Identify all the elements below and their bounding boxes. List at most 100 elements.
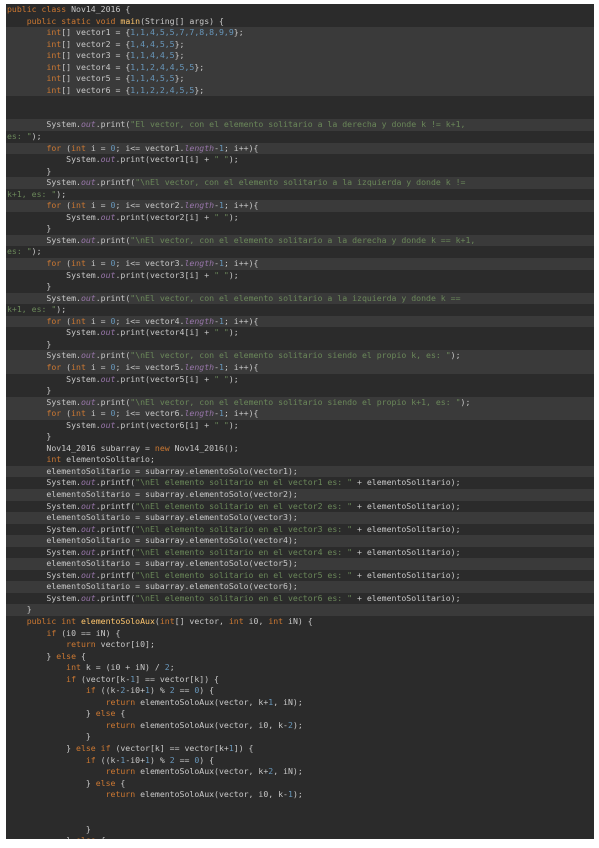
code-line[interactable]: for (int i = 0; i<= vector4.length-1; i+… <box>6 315 594 328</box>
code-line[interactable]: for (int i = 0; i<= vector2.length-1; i+… <box>6 200 594 212</box>
code-token: } <box>7 338 52 349</box>
code-line[interactable]: System.out.print(vector6[i] + " "); <box>6 420 594 432</box>
code-token: out <box>100 269 116 280</box>
code-token: } <box>7 823 91 834</box>
code-editor[interactable]: public class Nov14_2016 { public static … <box>6 4 594 839</box>
code-line[interactable]: public class Nov14_2016 { <box>6 4 594 16</box>
code-line[interactable]: public static void main(String[] args) { <box>6 16 594 28</box>
code-token: for <box>46 200 67 211</box>
code-line[interactable]: for (int i = 0; i<= vector1.length-1; i+… <box>6 142 594 155</box>
code-line[interactable]: System.out.print(vector1[i] + " "); <box>6 154 594 166</box>
code-line[interactable]: } <box>6 431 594 443</box>
code-token: System. <box>7 592 81 603</box>
code-line[interactable]: for (int i = 0; i<= vector3.length-1; i+… <box>6 258 594 270</box>
code-line[interactable]: } else { <box>6 835 594 839</box>
code-line[interactable]: elementoSolitario = subarray.elementoSol… <box>6 558 594 570</box>
code-line[interactable]: return elementoSoloAux(vector, i0, k-1); <box>6 789 594 801</box>
code-line[interactable]: es: "); <box>6 131 594 143</box>
code-token: ; i++){ <box>223 200 259 211</box>
code-token: .printf( <box>95 569 136 580</box>
code-line[interactable]: } else if (vector[k] == vector[k+1]) { <box>6 743 594 755</box>
code-line[interactable]: System.out.printf("\nEl elemento solitar… <box>6 570 594 582</box>
code-token: elementoSolitario = subarray.elementoSol… <box>7 512 298 523</box>
code-token: System. <box>7 523 81 534</box>
code-token: out <box>80 177 96 188</box>
code-line[interactable]: System.out.printf("\nEl elemento solitar… <box>6 524 594 536</box>
code-line[interactable]: k+1, es: "); <box>6 189 594 201</box>
code-line[interactable]: elementoSolitario = subarray.elementoSol… <box>6 581 594 593</box>
code-line[interactable]: System.out.print("\nEl vector, con el el… <box>6 350 594 362</box>
code-line[interactable]: elementoSolitario = subarray.elementoSol… <box>6 512 594 524</box>
code-line[interactable]: int[] vector3 = {1,1,4,4,5}; <box>6 50 594 62</box>
code-token: return <box>105 696 141 707</box>
code-token: ; i<= vector3. <box>115 258 185 269</box>
code-line[interactable]: if ((k-2-i0+1) % 2 == 0) { <box>6 685 594 697</box>
code-line[interactable]: for (int i = 0; i<= vector5.length-1; i+… <box>6 361 594 374</box>
code-token: return <box>105 789 141 800</box>
code-line[interactable]: k+1, es: "); <box>6 304 594 316</box>
code-line[interactable]: } <box>6 385 594 397</box>
code-token: elementoSolitario = subarray.elementoSol… <box>7 558 298 569</box>
code-line[interactable]: elementoSolitario = subarray.elementoSol… <box>6 535 594 547</box>
code-line[interactable]: System.out.print(vector4[i] + " "); <box>6 327 594 339</box>
code-line[interactable]: System.out.print(vector2[i] + " "); <box>6 212 594 224</box>
code-token: elementoSoloAux(vector, k+ <box>140 766 269 777</box>
code-line[interactable] <box>6 108 594 120</box>
code-line[interactable]: } else { <box>6 708 594 720</box>
code-line[interactable]: System.out.print("\nEl vector, con el el… <box>6 292 594 305</box>
code-line[interactable]: } <box>6 731 594 743</box>
code-line[interactable]: System.out.printf("\nEl vector, con el e… <box>6 177 594 189</box>
code-line[interactable]: es: "); <box>6 246 594 258</box>
code-line[interactable]: return elementoSoloAux(vector, k+2, iN); <box>6 766 594 778</box>
code-line[interactable]: int[] vector6 = {1,1,2,2,4,5,5}; <box>6 84 594 97</box>
code-line[interactable]: int[] vector5 = {1,1,4,5,5}; <box>6 73 594 85</box>
code-line[interactable]: } <box>6 604 594 616</box>
code-line[interactable] <box>6 801 594 813</box>
code-line[interactable]: } <box>6 166 594 178</box>
code-line[interactable]: if (vector[k-1] == vector[k]) { <box>6 674 594 686</box>
code-line[interactable]: if ((k-1-i0+1) % 2 == 0) { <box>6 755 594 767</box>
code-line[interactable]: System.out.print("\nEl vector, con el el… <box>6 396 594 409</box>
code-line[interactable]: System.out.printf("\nEl elemento solitar… <box>6 547 594 559</box>
code-token: i = <box>90 315 111 326</box>
code-line[interactable]: } <box>6 281 594 293</box>
code-line[interactable]: } <box>6 339 594 351</box>
code-line[interactable]: System.out.printf("\nEl elemento solitar… <box>6 593 594 605</box>
code-line[interactable]: return elementoSoloAux(vector, k+1, iN); <box>6 697 594 709</box>
code-token: int <box>46 27 62 38</box>
code-line[interactable]: int[] vector2 = {1,4,4,5,5}; <box>6 38 594 51</box>
code-line[interactable]: int[] vector1 = {1,1,4,5,5,7,7,8,8,9,9}; <box>6 27 594 39</box>
code-line[interactable]: System.out.printf("\nEl elemento solitar… <box>6 501 594 513</box>
code-token: -i0+ <box>125 685 146 696</box>
code-token: "\nEl elemento solitario en el vector6 e… <box>135 592 353 603</box>
code-line[interactable]: Nov14_2016 subarray = new Nov14_2016(); <box>6 443 594 455</box>
code-line[interactable]: return vector[i0]; <box>6 639 594 651</box>
code-token: ; i++){ <box>223 361 259 372</box>
code-line[interactable]: elementoSolitario = subarray.elementoSol… <box>6 488 594 501</box>
code-token: int <box>46 84 62 95</box>
code-line[interactable]: } <box>6 824 594 836</box>
code-line[interactable]: int k = (i0 + iN) / 2; <box>6 662 594 674</box>
code-line[interactable]: elementoSolitario = subarray.elementoSol… <box>6 465 594 478</box>
code-line[interactable]: } else { <box>6 651 594 663</box>
code-line[interactable]: return elementoSoloAux(vector, i0, k-2); <box>6 720 594 732</box>
code-line[interactable]: for (int i = 0; i<= vector6.length-1; i+… <box>6 408 594 420</box>
code-line[interactable]: } <box>6 223 594 235</box>
code-line[interactable]: System.out.print(vector3[i] + " "); <box>6 270 594 282</box>
code-line[interactable]: System.out.print("El vector, con el elem… <box>6 119 594 132</box>
code-token: .print(vector3[i] + <box>115 269 215 280</box>
code-line[interactable]: System.out.print("\nEl vector, con el el… <box>6 234 594 247</box>
code-line[interactable]: if (i0 == iN) { <box>6 628 594 640</box>
code-token: out <box>80 500 96 511</box>
code-line[interactable]: } else { <box>6 778 594 790</box>
code-line[interactable] <box>6 96 594 108</box>
code-token: System. <box>7 569 81 580</box>
code-line[interactable]: System.out.printf("\nEl elemento solitar… <box>6 477 594 489</box>
code-line[interactable]: System.out.print(vector5[i] + " "); <box>6 374 594 386</box>
code-line[interactable]: public int elementoSoloAux(int[] vector,… <box>6 616 594 628</box>
code-line[interactable]: int elementoSolitario; <box>6 454 594 466</box>
code-line[interactable]: int[] vector4 = {1,1,2,4,4,5,5}; <box>6 61 594 74</box>
code-line[interactable] <box>6 812 594 824</box>
code-token: out <box>100 211 116 222</box>
